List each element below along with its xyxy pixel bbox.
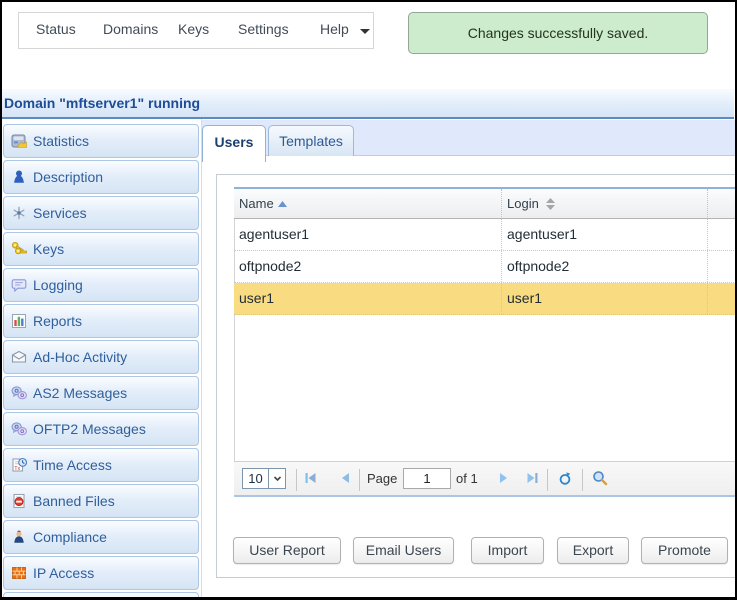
svg-text:Tx: Tx: [14, 466, 20, 472]
